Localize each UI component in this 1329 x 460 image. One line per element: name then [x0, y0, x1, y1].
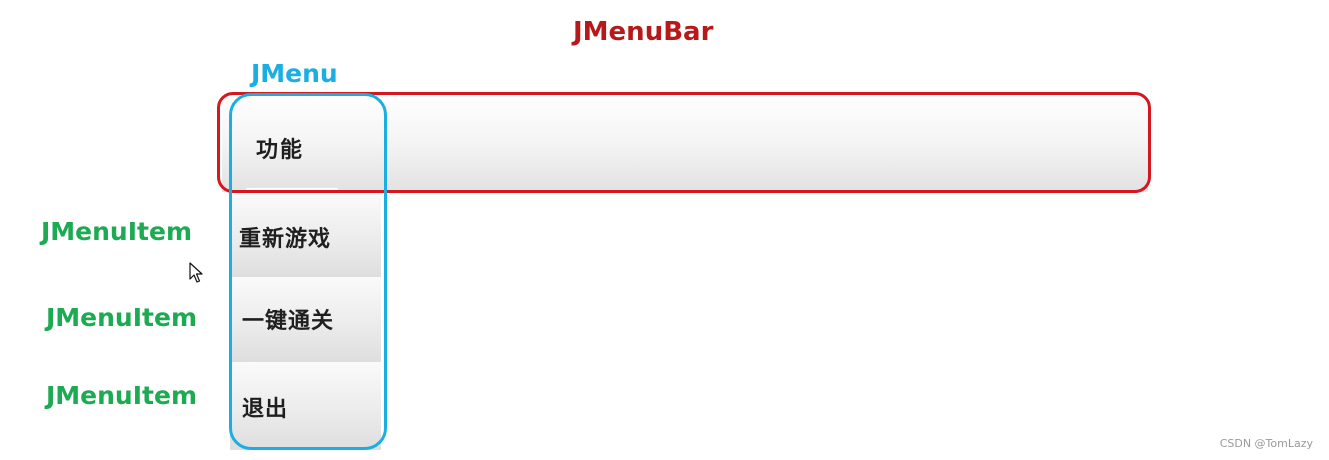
jmenuitem-label-3: JMenuItem	[46, 381, 197, 410]
watermark: CSDN @TomLazy	[1219, 437, 1313, 450]
jmenu-label: JMenu	[251, 59, 338, 88]
mouse-pointer-icon	[189, 262, 203, 283]
jmenu-highlight-frame	[229, 93, 387, 450]
jmenuitem-label-2: JMenuItem	[46, 303, 197, 332]
jmenuitem-label-1: JMenuItem	[41, 217, 192, 246]
jmenubar-label: JMenuBar	[573, 17, 714, 47]
